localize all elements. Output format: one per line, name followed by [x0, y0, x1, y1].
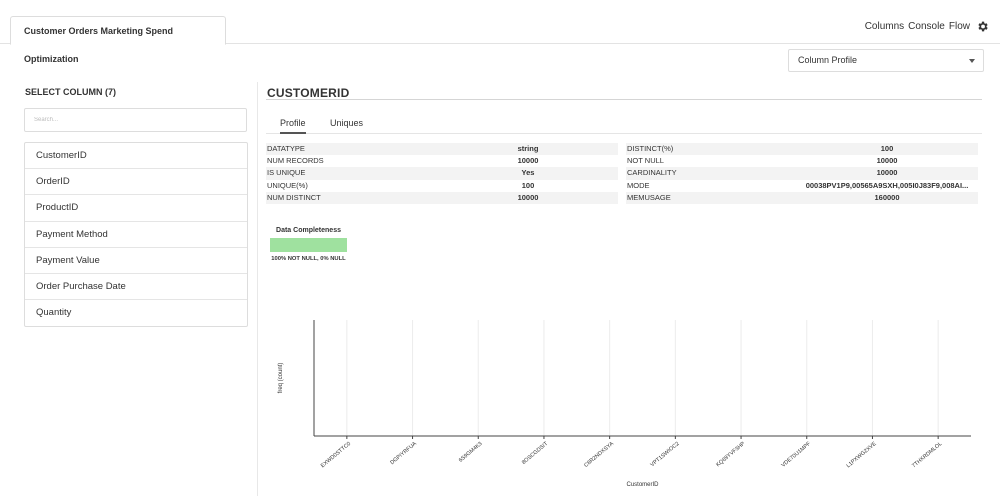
- x-tick-label: L1PXWG2XVE: [846, 441, 878, 470]
- stat-label: MODE: [627, 180, 650, 190]
- column-item-order-purchase-date[interactable]: Order Purchase Date: [25, 274, 247, 301]
- stats-right: DISTINCT(%) 100 NOT NULL 10000 CARDINALITY…: [626, 143, 978, 204]
- column-item-productid[interactable]: ProductID: [25, 195, 247, 222]
- stat-value: 10000: [876, 168, 898, 178]
- stat-row: CARDINALITY 10000: [626, 167, 978, 180]
- top-bar: Customer Orders Marketing Spend Optimiza…: [0, 0, 1000, 64]
- stat-label: NUM DISTINCT: [267, 192, 321, 202]
- column-item-payment-method[interactable]: Payment Method: [25, 222, 247, 248]
- stats-left: DATATYPE string NUM RECORDS 10000 IS UNIQU…: [266, 143, 618, 204]
- stat-row: UNIQUE(%) 100: [266, 180, 618, 192]
- x-tick-label: C8R2NDXSYA: [583, 441, 615, 469]
- column-list: CustomerID OrderID ProductID Payment Met…: [24, 142, 248, 328]
- stat-row: MEMUSAGE 160000: [626, 191, 978, 204]
- x-tick-label: 6S9GM4K3: [458, 441, 484, 464]
- tab-profile[interactable]: Profile: [280, 118, 306, 134]
- column-item-orderid[interactable]: OrderID: [25, 169, 247, 196]
- view-select[interactable]: Column Profile: [788, 49, 984, 72]
- completeness-title: Data Completeness: [276, 227, 341, 234]
- nav-flow[interactable]: Flow: [949, 21, 970, 32]
- stat-label: NOT NULL: [627, 156, 664, 166]
- stat-row: DATATYPE string: [266, 143, 618, 156]
- column-search-input[interactable]: [24, 108, 247, 132]
- y-axis-label: freq (count): [278, 363, 284, 394]
- column-item-customerid[interactable]: CustomerID: [25, 143, 247, 170]
- stat-label: CARDINALITY: [627, 168, 677, 178]
- stat-label: IS UNIQUE: [267, 168, 306, 178]
- stat-value: 100: [880, 144, 894, 153]
- x-tick-label: 8OSCGDSIT: [521, 441, 550, 466]
- profile-tabs: Profile Uniques: [266, 112, 982, 134]
- top-nav: Columns Console Flow: [865, 21, 970, 32]
- nav-console[interactable]: Console: [908, 21, 945, 32]
- caret-down-icon: [969, 59, 975, 63]
- stat-label: DISTINCT(%): [627, 144, 674, 153]
- stat-label: NUM RECORDS: [267, 156, 324, 166]
- column-item-payment-value[interactable]: Payment Value: [25, 248, 247, 274]
- x-tick-label: DGPIYRFUA: [389, 441, 418, 466]
- frequency-chart: EXWD0STTC0 DGPIYRFUA 6S9GM4K3 8OSCGDSIT C8R2…: [278, 320, 971, 488]
- stat-row: DISTINCT(%) 100: [626, 143, 978, 156]
- x-tick-label: EXWD0STTC0: [320, 441, 352, 469]
- stat-row: NUM RECORDS 10000: [266, 155, 618, 167]
- pane-divider: [257, 82, 258, 496]
- select-column-title: SELECT COLUMN (7): [25, 87, 116, 97]
- stat-value: 10000: [517, 156, 539, 166]
- x-tick-label: VPT1SWIOC2: [650, 441, 681, 468]
- tab-uniques[interactable]: Uniques: [330, 118, 363, 128]
- stat-value: 100: [521, 180, 535, 190]
- column-title: CUSTOMERID: [267, 86, 350, 100]
- stat-row: NUM DISTINCT 10000: [266, 191, 618, 204]
- stat-value: 10000: [517, 192, 539, 202]
- stat-value: 00038PV1P9,00565A9SXH,005I0J83F9,008AI..…: [805, 180, 969, 190]
- title-divider: [266, 99, 982, 100]
- x-tick-label: KQ69YVF3HP: [715, 441, 746, 469]
- nav-columns[interactable]: Columns: [865, 21, 904, 32]
- project-tab[interactable]: Customer Orders Marketing Spend Optimiza…: [10, 16, 226, 64]
- x-tick-label: 7THXRDMLOL: [911, 441, 943, 469]
- stat-label: UNIQUE(%): [267, 180, 308, 190]
- view-select-value: Column Profile: [798, 55, 858, 65]
- stat-value: string: [517, 144, 539, 153]
- column-item-quantity[interactable]: Quantity: [25, 300, 247, 326]
- stat-row: MODE 00038PV1P9,00565A9SXH,005I0J83F9,008…: [626, 180, 978, 192]
- stat-value: 160000: [874, 192, 900, 202]
- stat-row: NOT NULL 10000: [626, 155, 978, 167]
- stat-value: 10000: [876, 156, 898, 166]
- stat-value: Yes: [521, 168, 535, 178]
- x-tick-label: VDE70U1MPF: [781, 441, 813, 469]
- gear-icon[interactable]: [976, 20, 989, 33]
- completeness-caption: 100% NOT NULL, 0% NULL: [271, 256, 346, 262]
- stat-label: MEMUSAGE: [627, 192, 671, 202]
- stat-label: DATATYPE: [267, 144, 305, 153]
- completeness-bar: [270, 238, 347, 252]
- x-axis-label: CustomerID: [626, 482, 659, 488]
- stat-row: IS UNIQUE Yes: [266, 167, 618, 180]
